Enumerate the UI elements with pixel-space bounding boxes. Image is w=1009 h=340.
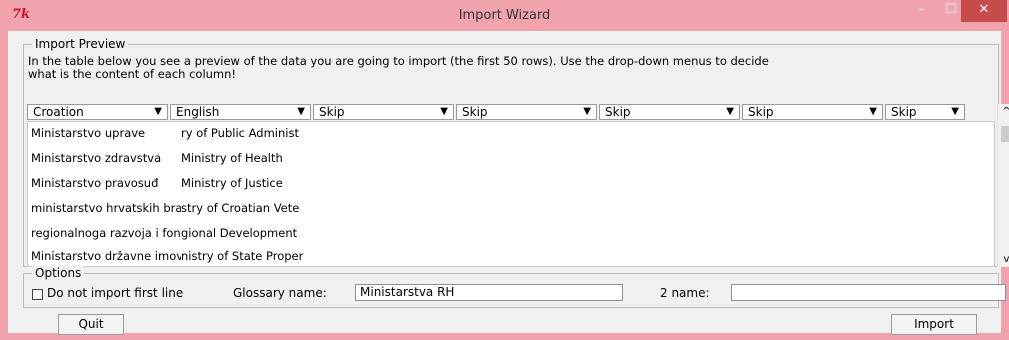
second-name-label: 2 name: [660, 286, 710, 300]
glossary-name-input[interactable]: Ministarstva RH [355, 284, 623, 301]
window-title: Import Wizard [458, 8, 551, 23]
preview-table: Ministarstvo uprave ry of Public Administ… [27, 121, 995, 267]
scrollbar-thumb[interactable] [1001, 126, 1009, 142]
quit-button[interactable]: Quit [58, 314, 124, 335]
close-button[interactable]: ✕ [961, 0, 1007, 22]
preview-description: In the table below you see a preview of … [28, 54, 769, 81]
vertical-scrollbar[interactable]: ^ v [997, 104, 1009, 267]
title-bar[interactable]: 7k Import Wizard – ☐ ✕ [0, 0, 1009, 31]
glossary-name-label: Glossary name: [233, 286, 327, 300]
chevron-down-icon: ▼ [726, 106, 734, 117]
column-select-1[interactable]: Croation ▼ [27, 104, 168, 120]
chevron-down-icon: ▼ [154, 106, 162, 117]
wizard-body: Import Preview In the table below you se… [8, 31, 1009, 335]
column-select-7[interactable]: Skip ▼ [885, 104, 965, 120]
import-preview-group: Import Preview In the table below you se… [23, 37, 1009, 267]
chevron-down-icon[interactable]: v [998, 254, 1009, 265]
import-button[interactable]: Import [891, 314, 977, 335]
column-selectors: Croation ▼ English ▼ Skip ▼ Skip ▼ Skip ▼ Ski… [27, 104, 967, 121]
chevron-up-icon[interactable]: ^ [998, 106, 1009, 117]
column-select-3[interactable]: Skip ▼ [313, 104, 454, 120]
do-not-import-first-line-label: Do not import first line [47, 286, 184, 300]
do-not-import-first-line-checkbox[interactable] [32, 289, 43, 300]
second-name-input[interactable] [731, 284, 1006, 301]
minimize-button[interactable]: – [906, 0, 936, 22]
chevron-down-icon: ▼ [951, 106, 959, 117]
column-select-5[interactable]: Skip ▼ [599, 104, 740, 120]
column-select-6[interactable]: Skip ▼ [742, 104, 883, 120]
column-select-4[interactable]: Skip ▼ [456, 104, 597, 120]
options-legend: Options [32, 266, 85, 280]
options-group: Options Do not import first line Glossar… [23, 266, 1006, 308]
import-wizard-window: 7k Import Wizard – ☐ ✕ Import Preview In… [0, 0, 1009, 340]
chevron-down-icon: ▼ [440, 106, 448, 117]
import-preview-legend: Import Preview [32, 37, 129, 51]
column-select-2[interactable]: English ▼ [170, 104, 311, 120]
chevron-down-icon: ▼ [583, 106, 591, 117]
chevron-down-icon: ▼ [297, 106, 305, 117]
chevron-down-icon: ▼ [869, 106, 877, 117]
